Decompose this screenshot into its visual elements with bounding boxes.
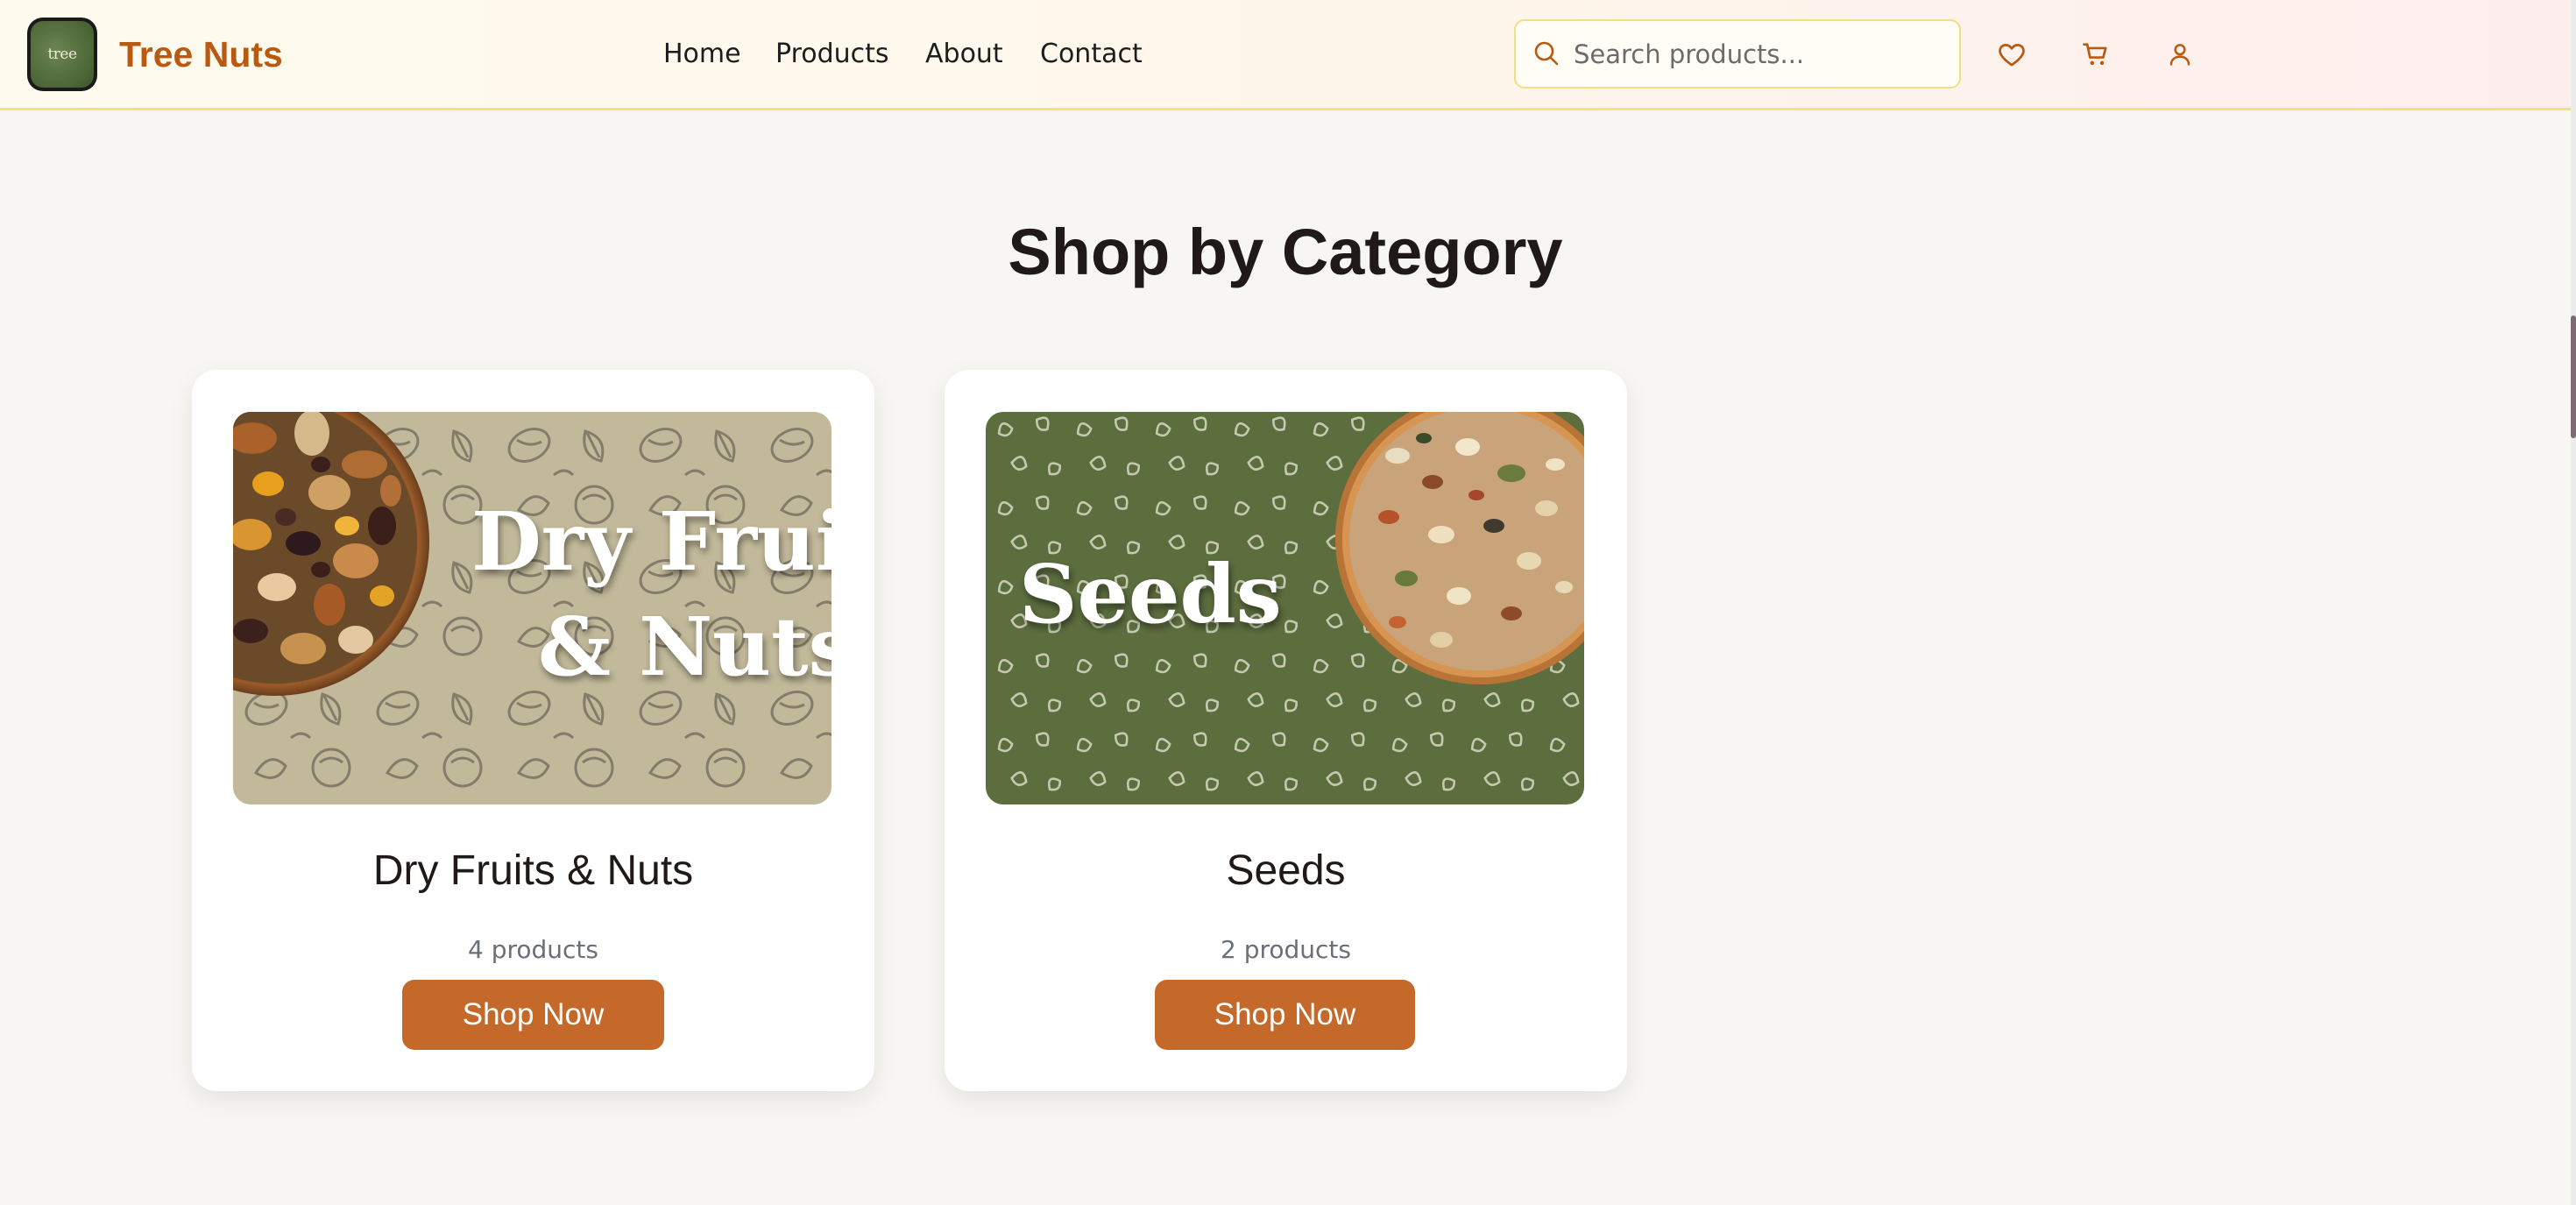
seeds-banner: Seeds xyxy=(986,412,1584,805)
cart-icon xyxy=(2083,43,2107,66)
account-button[interactable] xyxy=(2162,37,2197,72)
search-icon xyxy=(1534,41,1559,66)
category-card-dry-fruits[interactable]: Dry Fruits & Nuts Dry Fruits & Nuts 4 pr… xyxy=(192,370,874,1091)
search-box[interactable] xyxy=(1514,19,1961,89)
site-header: tree Tree Nuts Home Products About Conta… xyxy=(0,0,2571,110)
page-title: Shop by Category xyxy=(1008,216,1563,288)
scrollbar[interactable] xyxy=(2571,0,2576,1205)
category-count: 4 products xyxy=(468,935,598,964)
search-input[interactable] xyxy=(1572,33,1943,75)
nav-home[interactable]: Home xyxy=(663,33,741,75)
category-count: 2 products xyxy=(1221,935,1351,964)
brand-name[interactable]: Tree Nuts xyxy=(119,30,283,79)
banner-line-1: Seeds xyxy=(1019,547,1282,641)
dry-fruits-banner: Dry Fruits & Nuts xyxy=(233,412,832,805)
shop-now-button[interactable]: Shop Now xyxy=(402,980,664,1050)
user-icon xyxy=(2169,44,2190,66)
category-card-seeds[interactable]: Seeds Seeds 2 products Shop Now xyxy=(945,370,1627,1091)
nav-products[interactable]: Products xyxy=(775,33,889,75)
logo-text: tree xyxy=(47,46,77,63)
logo-image: tree xyxy=(31,21,94,88)
shop-now-button[interactable]: Shop Now xyxy=(1155,980,1415,1050)
cart-button[interactable] xyxy=(2078,37,2113,72)
nav-contact[interactable]: Contact xyxy=(1040,33,1143,75)
banner-line-2: & Nuts xyxy=(538,599,832,694)
category-title[interactable]: Seeds xyxy=(945,843,1627,899)
logo[interactable]: tree xyxy=(27,18,97,91)
category-image-seeds[interactable]: Seeds xyxy=(986,412,1584,805)
category-title[interactable]: Dry Fruits & Nuts xyxy=(192,843,874,899)
wishlist-button[interactable] xyxy=(1994,37,2029,72)
category-image-dry-fruits[interactable]: Dry Fruits & Nuts xyxy=(233,412,832,805)
nav-about[interactable]: About xyxy=(925,33,1003,75)
scrollbar-thumb[interactable] xyxy=(2571,315,2576,438)
heart-icon xyxy=(1999,44,2025,67)
banner-line-1: Dry Fruits xyxy=(471,494,832,589)
